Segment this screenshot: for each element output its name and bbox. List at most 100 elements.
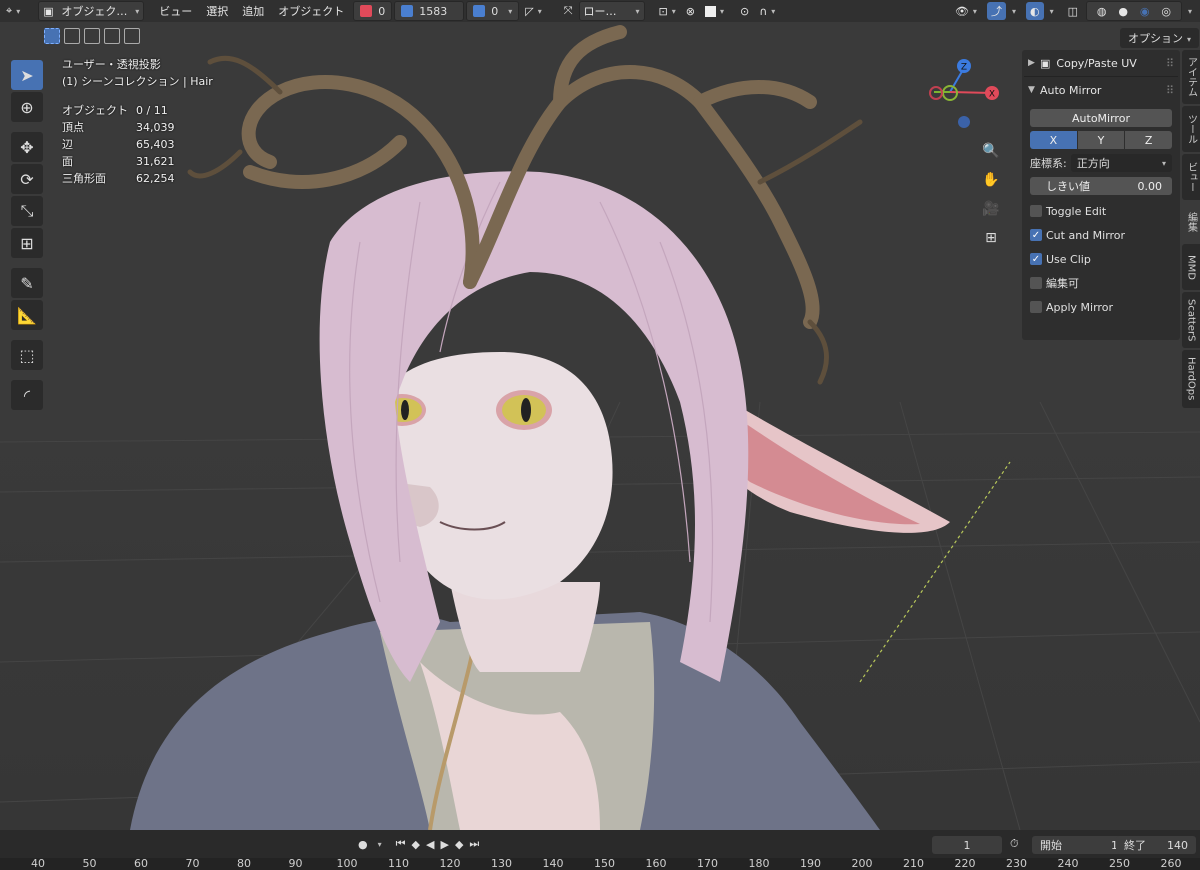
tab-hardops[interactable]: HardOps xyxy=(1182,350,1200,408)
jump-start-icon[interactable]: ⏮ xyxy=(396,837,406,851)
record-icon[interactable]: ● xyxy=(358,838,368,851)
tool-rotate[interactable]: ⟳ xyxy=(11,164,43,194)
3d-viewport[interactable]: オプション ▾ ➤ ⊕ ✥ ⟳ ⤡ ⊞ ✎ 📐 ⬚ ◜ ユーザー・透視投影 (1)… xyxy=(0,22,1200,830)
keying-controls: ● ▾ ⏮ ◆ ◀ ▶ ◆ ⏭ xyxy=(358,836,479,852)
tool-extra[interactable]: ◜ xyxy=(11,380,43,410)
select-extend-icon[interactable] xyxy=(64,28,80,44)
drag-handle-icon[interactable]: ⠿ xyxy=(1166,57,1174,70)
use-clip-checkbox[interactable]: ✓ Use Clip xyxy=(1030,251,1172,267)
toggle-edit-checkbox[interactable]: Toggle Edit xyxy=(1030,203,1172,219)
move-icon: ✥ xyxy=(20,137,34,157)
next-key-icon[interactable]: ◆ xyxy=(455,838,463,851)
select-subtract-icon[interactable] xyxy=(84,28,100,44)
threshold-field[interactable]: しきい値 0.00 xyxy=(1030,177,1172,195)
pan-hand-icon[interactable]: ✋ xyxy=(978,167,1004,193)
grid-view-icon[interactable]: ⊞ xyxy=(978,225,1004,251)
stat-heart[interactable]: 0 xyxy=(353,1,393,21)
proportional-toggle[interactable]: ⊙ xyxy=(736,2,753,20)
select-intersect-icon[interactable] xyxy=(124,28,140,44)
play-reverse-icon[interactable]: ◀ xyxy=(426,838,434,851)
current-frame-field[interactable]: 1 xyxy=(932,836,1002,854)
nav-buttons: 🔍 ✋ 🎥 ⊞ xyxy=(978,138,1004,254)
axis-y-button[interactable]: Y xyxy=(1077,131,1125,149)
stat-row: オブジェクト 0 / 11 xyxy=(62,104,168,117)
transform-orientation[interactable]: ⤧ xyxy=(560,2,577,20)
tool-add-cube[interactable]: ⬚ xyxy=(11,340,43,370)
start-frame-field[interactable]: 開始 1 xyxy=(1032,836,1126,854)
end-frame-field[interactable]: 終了 140 xyxy=(1116,836,1196,854)
tool-cursor[interactable]: ⊕ xyxy=(11,92,43,122)
copy-paste-uv-header[interactable]: ▶ ▣ Copy/Paste UV ⠿ xyxy=(1022,50,1180,76)
stat-triangle[interactable]: 0 ▾ xyxy=(466,1,520,21)
shading-modes[interactable]: ◍ ● ◉ ◎ xyxy=(1085,1,1182,21)
menu-object[interactable]: オブジェクト xyxy=(271,3,351,19)
ruler-tick: 170 xyxy=(697,857,718,870)
tab-mmd[interactable]: MMD xyxy=(1182,244,1200,290)
solid-icon[interactable]: ● xyxy=(1118,5,1128,18)
ruler-tick: 240 xyxy=(1057,857,1079,870)
frame-ruler[interactable]: 40 50 60 70 80 90 100 110 120 130 140 150 160 170 180 1… xyxy=(0,857,1200,870)
tab-edit[interactable]: 編集 xyxy=(1182,202,1200,242)
cut-and-mirror-checkbox[interactable]: ✓ Cut and Mirror xyxy=(1030,227,1172,243)
rendered-icon[interactable]: ◎ xyxy=(1161,5,1171,18)
automirror-button[interactable]: AutoMirror xyxy=(1030,109,1172,127)
coordinate-select[interactable]: 正方向 ▾ xyxy=(1070,154,1172,172)
select-new-icon[interactable] xyxy=(44,28,60,44)
shading-dropdown[interactable]: ▾ xyxy=(1184,2,1196,20)
axis-x-button[interactable]: X xyxy=(1030,131,1077,149)
zoom-icon[interactable]: 🔍 xyxy=(978,138,1004,164)
stat-faces[interactable]: 1583 xyxy=(394,1,465,21)
tool-annotate[interactable]: ✎ xyxy=(11,268,43,298)
tool-transform[interactable]: ⊞ xyxy=(11,228,43,258)
options-button[interactable]: オプション ▾ xyxy=(1120,28,1200,48)
ruler-tick: 210 xyxy=(903,857,924,870)
tool-scale[interactable]: ⤡ xyxy=(11,196,43,226)
snap-target[interactable]: ▾ xyxy=(701,2,728,20)
tab-item[interactable]: アイテム xyxy=(1182,50,1200,104)
apply-mirror-checkbox[interactable]: Apply Mirror xyxy=(1030,299,1172,315)
mode-select[interactable]: ▣ オブジェク… ▾ xyxy=(38,1,145,21)
tool-select-box[interactable]: ➤ xyxy=(11,60,43,90)
editor-type-button[interactable]: ⌖ ▾ xyxy=(2,2,24,20)
xray-toggle[interactable]: ◫ xyxy=(1064,2,1082,20)
falloff-button[interactable]: ∩ ▾ xyxy=(755,2,779,20)
square-icon xyxy=(401,5,414,17)
tab-tool[interactable]: ツール xyxy=(1182,106,1200,152)
camera-icon[interactable]: 🎥 xyxy=(978,196,1004,222)
menu-select[interactable]: 選択 xyxy=(199,3,235,19)
drag-handle-icon[interactable]: ⠿ xyxy=(1166,84,1174,97)
tab-view[interactable]: ビュー xyxy=(1182,154,1200,200)
auto-mirror-header[interactable]: ▼ Auto Mirror ⠿ xyxy=(1022,77,1180,103)
ruler-tick: 200 xyxy=(851,857,873,870)
tool-measure[interactable]: 📐 xyxy=(11,300,43,330)
gizmo-z-neg[interactable] xyxy=(958,116,970,128)
overlay-toggle[interactable]: ◐ xyxy=(1025,2,1044,20)
prev-key-icon[interactable]: ◆ xyxy=(412,838,420,851)
editable-checkbox[interactable]: 編集可 xyxy=(1030,275,1172,291)
jump-end-icon[interactable]: ⏭ xyxy=(469,837,479,851)
snap-button[interactable]: ◸ ▾ xyxy=(521,2,545,20)
menu-view[interactable]: ビュー xyxy=(152,3,199,19)
tool-move[interactable]: ✥ xyxy=(11,132,43,162)
overlay-dropdown[interactable]: ▾ xyxy=(1046,2,1058,20)
axis-z-button[interactable]: Z xyxy=(1125,131,1173,149)
expanded-arrow-icon: ▼ xyxy=(1028,85,1035,95)
orientation-select[interactable]: ロー… ▾ xyxy=(578,1,645,21)
gizmo-dropdown[interactable]: ▾ xyxy=(1008,2,1020,20)
navigation-gizmo[interactable]: Z X xyxy=(928,54,1006,132)
play-icon[interactable]: ▶ xyxy=(440,838,448,851)
material-icon[interactable]: ◉ xyxy=(1140,5,1150,18)
select-invert-icon[interactable] xyxy=(104,28,120,44)
ruler-tick: 110 xyxy=(388,857,409,870)
record-dropdown[interactable]: ▾ xyxy=(378,840,382,849)
menu-add[interactable]: 追加 xyxy=(235,3,271,19)
viewport-info: ユーザー・透視投影 (1) シーンコレクション | Hair オブジェクト 0 /… xyxy=(62,56,213,187)
visibility-button[interactable]: 👁 ▾ xyxy=(951,2,981,20)
pivot-button[interactable]: ⊡ ▾ xyxy=(655,2,680,20)
tab-scatter[interactable]: ScatterS xyxy=(1182,292,1200,348)
clock-icon[interactable]: ⏱ xyxy=(1010,837,1019,851)
wireframe-icon[interactable]: ◍ xyxy=(1097,5,1107,18)
gizmo-toggle[interactable]: ⤴ xyxy=(986,2,1006,20)
mode-label: オブジェク… xyxy=(61,5,128,18)
snap-toggle[interactable]: ⊗ xyxy=(682,2,699,20)
